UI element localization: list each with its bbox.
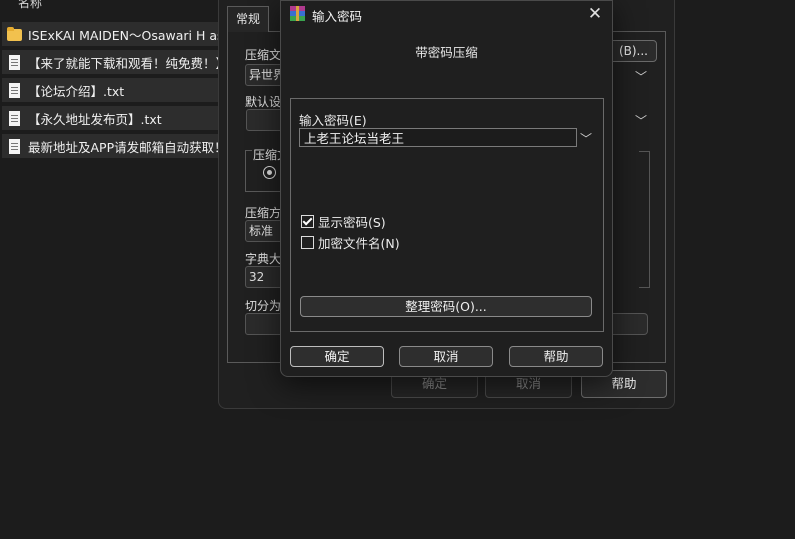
document-icon [7, 110, 22, 126]
name-column-header[interactable]: 名称 [18, 0, 42, 11]
format-radio[interactable] [263, 166, 276, 179]
password-dialog: 输入密码 ✕ 带密码压缩 输入密码(E) ﹀ 显示密码(S) 加密文件名(N) … [280, 0, 613, 377]
close-icon[interactable]: ✕ [578, 1, 612, 27]
list-item[interactable]: 最新地址及APP请发邮箱自动获取！ [2, 134, 220, 158]
password-input[interactable] [299, 128, 577, 147]
archive-name-input[interactable]: 异世界 [245, 64, 284, 86]
encrypt-filenames-label: 加密文件名(N) [318, 236, 400, 251]
show-password-checkbox[interactable]: 显示密码(S) [301, 212, 386, 231]
file-name: ISExKAI MAIDEN～Osawari H as [28, 27, 220, 43]
dialog-title: 输入密码 [312, 9, 363, 24]
dictionary-size-select[interactable]: 32 [245, 266, 284, 288]
password-label: 输入密码(E) [299, 113, 367, 128]
cancel-button[interactable]: 取消 [399, 346, 493, 367]
split-volumes-label: 切分为 [245, 299, 282, 313]
list-item[interactable]: 【永久地址发布页】.txt [2, 106, 220, 130]
default-profile-label: 默认设 [245, 95, 282, 109]
checkbox-checked-icon[interactable] [301, 215, 314, 228]
file-name: 【来了就能下载和观看！纯免费！】 [28, 55, 220, 71]
list-item[interactable]: 【论坛介绍】.txt [2, 78, 220, 102]
checkbox-unchecked-icon[interactable] [301, 236, 314, 249]
chevron-down-icon[interactable]: ﹀ [635, 68, 647, 85]
organize-passwords-button[interactable]: 整理密码(O)... [300, 296, 592, 317]
tab-general[interactable]: 常规 [227, 6, 269, 32]
dialog-subtitle: 带密码压缩 [415, 45, 478, 60]
split-volumes-unit[interactable] [611, 313, 648, 335]
method-label: 压缩方 [245, 206, 282, 220]
document-icon [7, 54, 22, 70]
help-button[interactable]: 帮助 [509, 346, 603, 367]
encrypt-filenames-checkbox[interactable]: 加密文件名(N) [301, 233, 400, 252]
file-name: 最新地址及APP请发邮箱自动获取！ [28, 139, 220, 155]
file-name: 【永久地址发布页】.txt [28, 111, 162, 127]
list-item[interactable]: ISExKAI MAIDEN～Osawari H as [2, 22, 220, 46]
options-group [639, 151, 650, 288]
chevron-down-icon[interactable]: ﹀ [635, 112, 647, 129]
chevron-down-icon[interactable]: ﹀ [580, 130, 592, 147]
document-icon [7, 82, 22, 98]
list-item[interactable]: 【来了就能下载和观看！纯免费！】 [2, 50, 220, 74]
dictionary-size-label: 字典大 [245, 252, 282, 266]
browse-button[interactable]: (B)... [607, 40, 657, 62]
title-bar[interactable]: 输入密码 ✕ [281, 1, 612, 27]
file-name: 【论坛介绍】.txt [28, 83, 125, 99]
show-password-label: 显示密码(S) [318, 215, 386, 230]
method-select[interactable]: 标准 [245, 220, 284, 242]
file-list: ISExKAI MAIDEN～Osawari H as 【来了就能下载和观看！纯… [0, 22, 220, 162]
ok-button[interactable]: 确定 [290, 346, 384, 367]
folder-icon [7, 26, 22, 42]
document-icon [7, 138, 22, 154]
winrar-icon [290, 6, 305, 21]
split-volumes-input[interactable] [245, 313, 284, 335]
archive-name-label: 压缩文 [245, 48, 282, 62]
